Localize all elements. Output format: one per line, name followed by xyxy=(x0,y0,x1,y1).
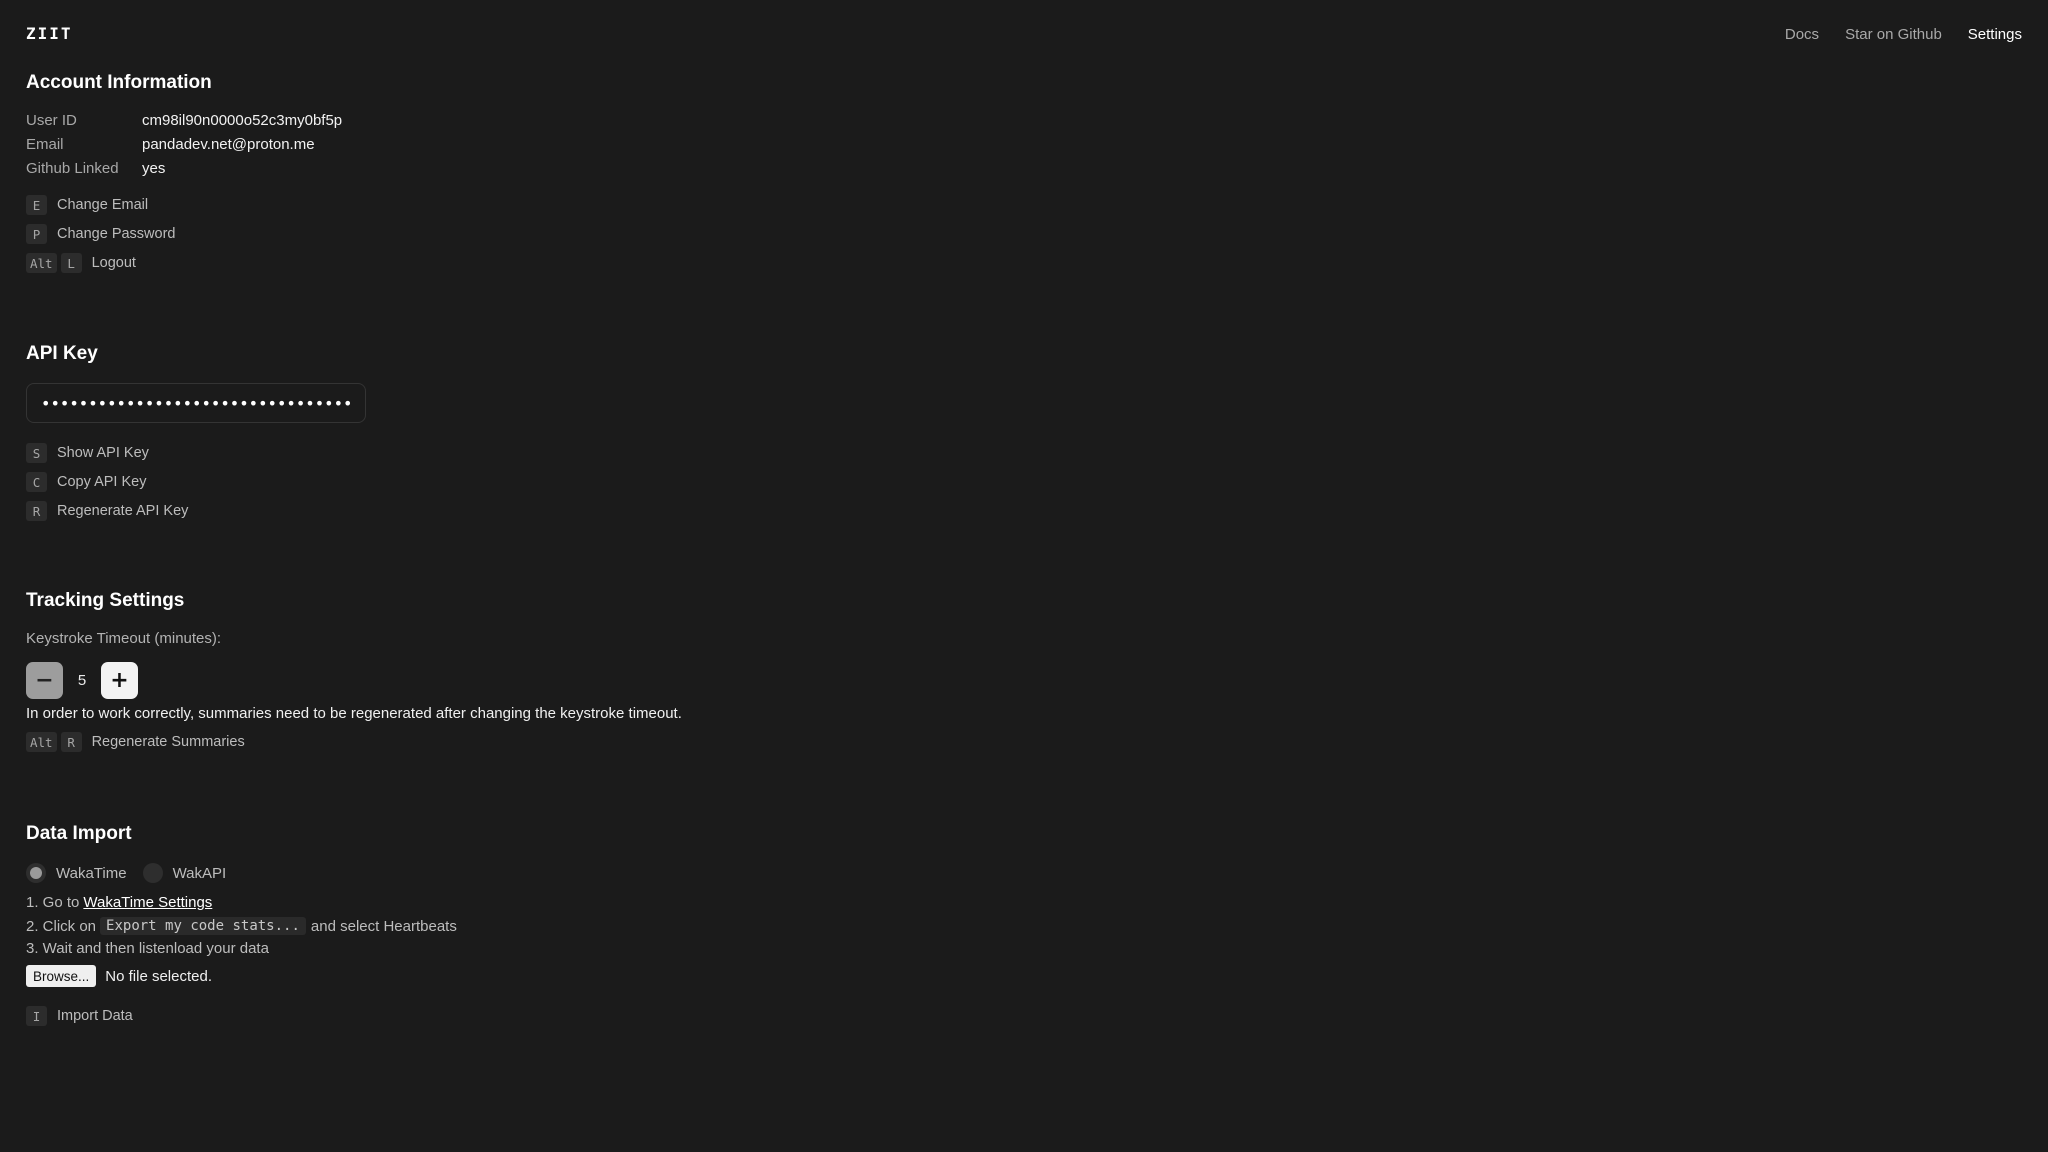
import-data-button[interactable]: I Import Data xyxy=(26,1006,133,1026)
import-step-2: 2. Click on Export my code stats... and … xyxy=(26,917,457,935)
keystroke-timeout-stepper: − 5 + xyxy=(26,662,138,699)
api-key-title: API Key xyxy=(26,343,98,364)
github-linked-value: yes xyxy=(142,160,166,177)
account-title: Account Information xyxy=(26,72,212,93)
file-status: No file selected. xyxy=(105,967,213,985)
data-import-section: Data Import WakaTime WakAPI 1. Go to Wak… xyxy=(26,823,457,1026)
shortcut-key: E xyxy=(26,195,47,215)
export-stats-code: Export my code stats... xyxy=(100,917,306,935)
shortcut-key: L xyxy=(60,253,82,273)
api-key-field[interactable] xyxy=(26,383,366,423)
nav-settings-link[interactable]: Settings xyxy=(1968,26,2022,43)
change-password-button[interactable]: P Change Password xyxy=(26,224,176,244)
tracking-title: Tracking Settings xyxy=(26,590,185,611)
wakapi-radio-label[interactable]: WakAPI xyxy=(173,865,227,882)
data-import-title: Data Import xyxy=(26,823,132,844)
wakatime-radio-label[interactable]: WakaTime xyxy=(56,865,127,882)
account-section: Account Information User ID cm98il90n000… xyxy=(26,72,342,273)
nav-github-link[interactable]: Star on Github xyxy=(1845,26,1942,43)
shortcut-key: R xyxy=(60,732,82,752)
step-1-text: 1. Go to xyxy=(26,894,80,911)
increment-button[interactable]: + xyxy=(101,662,138,699)
step-2-suffix: and select Heartbeats xyxy=(310,917,457,935)
regenerate-note: In order to work correctly, summaries ne… xyxy=(26,705,682,722)
shortcut-key: C xyxy=(26,472,47,492)
change-email-button[interactable]: E Change Email xyxy=(26,195,148,215)
tracking-section: Tracking Settings Keystroke Timeout (min… xyxy=(26,590,682,752)
step-3-text: 3. Wait and then listenload your data xyxy=(26,940,269,957)
shortcut-key: S xyxy=(26,443,47,463)
import-step-3: 3. Wait and then listenload your data xyxy=(26,940,269,957)
change-email-label: Change Email xyxy=(57,197,149,213)
copy-api-key-label: Copy API Key xyxy=(57,474,147,490)
top-nav: Docs Star on Github Settings xyxy=(1785,26,2022,43)
shortcut-key: R xyxy=(26,501,47,521)
regenerate-api-key-button[interactable]: R Regenerate API Key xyxy=(26,501,188,521)
email-value: pandadev.net@proton.me xyxy=(142,136,315,153)
logout-label: Logout xyxy=(91,255,136,271)
wakatime-radio[interactable] xyxy=(26,863,46,883)
show-api-key-button[interactable]: S Show API Key xyxy=(26,443,149,463)
logout-button[interactable]: Alt L Logout xyxy=(26,253,136,273)
shortcut-key: I xyxy=(26,1006,47,1026)
timeout-value: 5 xyxy=(77,672,87,689)
keystroke-timeout-label: Keystroke Timeout (minutes): xyxy=(26,630,222,647)
api-key-section: API Key S Show API Key C Copy API Key R … xyxy=(26,343,366,521)
show-api-key-label: Show API Key xyxy=(57,445,149,461)
copy-api-key-button[interactable]: C Copy API Key xyxy=(26,472,146,492)
decrement-button[interactable]: − xyxy=(26,662,63,699)
import-source-radio-group: WakaTime WakAPI xyxy=(26,863,242,883)
wakatime-settings-link[interactable]: WakaTime Settings xyxy=(83,894,212,911)
user-id-value: cm98il90n0000o52c3my0bf5p xyxy=(142,112,343,129)
email-label: Email xyxy=(26,136,64,153)
change-password-label: Change Password xyxy=(57,226,176,242)
radio-selected-dot xyxy=(30,867,42,879)
wakapi-radio[interactable] xyxy=(142,863,163,883)
regenerate-summaries-label: Regenerate Summaries xyxy=(91,734,245,750)
github-linked-label: Github Linked xyxy=(26,160,119,177)
regenerate-summaries-button[interactable]: Alt R Regenerate Summaries xyxy=(26,732,245,752)
shortcut-key: Alt xyxy=(26,732,57,752)
file-picker: Browse... No file selected. xyxy=(26,965,212,987)
shortcut-key: Alt xyxy=(26,253,57,273)
regenerate-api-key-label: Regenerate API Key xyxy=(57,503,189,519)
step-2-text: 2. Click on xyxy=(26,917,97,935)
app-logo[interactable]: ZIIT xyxy=(26,24,73,43)
user-id-label: User ID xyxy=(26,112,77,129)
shortcut-key: P xyxy=(26,224,47,244)
browse-button[interactable]: Browse... xyxy=(26,965,97,987)
import-data-label: Import Data xyxy=(57,1008,133,1024)
import-step-1: 1. Go to WakaTime Settings xyxy=(26,894,212,911)
nav-docs-link[interactable]: Docs xyxy=(1785,26,1819,43)
